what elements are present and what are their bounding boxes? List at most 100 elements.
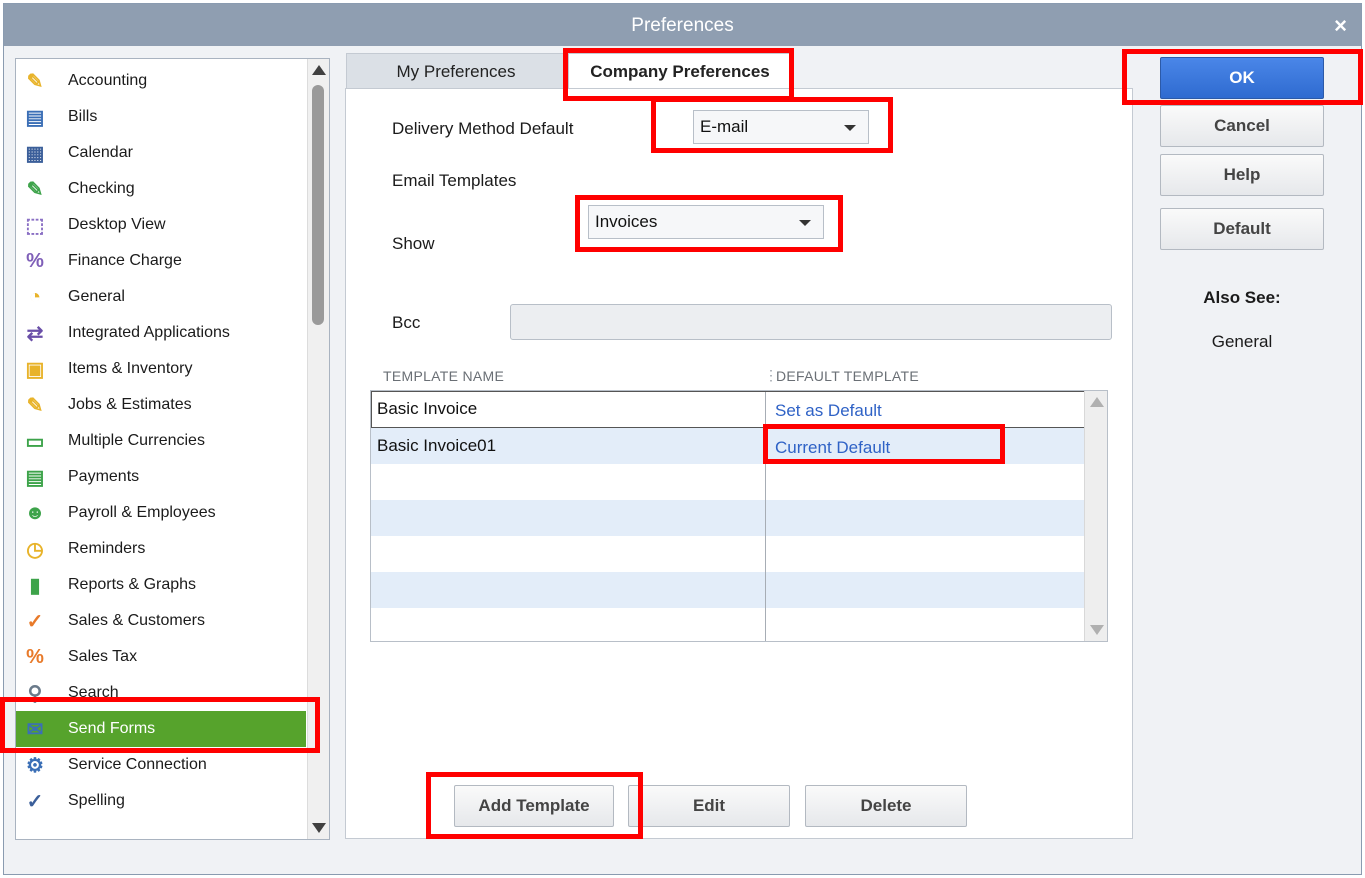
sidebar-item-reports-graphs[interactable]: ▮ Reports & Graphs bbox=[16, 567, 306, 603]
sidebar-item-sales-tax[interactable]: % Sales Tax bbox=[16, 639, 306, 675]
sidebar-item-label: Desktop View bbox=[68, 216, 166, 233]
column-header-template-name: TEMPLATE NAME bbox=[383, 368, 505, 384]
template-name-cell: Basic Invoice01 bbox=[377, 436, 497, 455]
scroll-thumb[interactable] bbox=[312, 85, 324, 325]
sidebar-item-calendar[interactable]: ▦ Calendar bbox=[16, 135, 306, 171]
delete-button[interactable]: Delete bbox=[805, 785, 967, 827]
spelling-icon: ✓ bbox=[26, 790, 44, 813]
finance-charge-icon: % bbox=[26, 249, 44, 272]
integrated-applications-icon: ⇄ bbox=[26, 322, 44, 345]
sidebar-item-search[interactable]: ⚲ Search bbox=[16, 675, 306, 711]
cancel-button[interactable]: Cancel bbox=[1160, 105, 1324, 147]
sales-tax-icon: % bbox=[26, 645, 44, 668]
table-row bbox=[371, 536, 1085, 572]
table-scrollbar[interactable] bbox=[1084, 391, 1107, 641]
reminders-icon: ◷ bbox=[26, 538, 44, 561]
sidebar-item-label: Multiple Currencies bbox=[68, 432, 205, 449]
table-row[interactable]: Basic Invoice Set as Default bbox=[371, 391, 1085, 427]
sidebar-item-label: Sales & Customers bbox=[68, 612, 205, 629]
template-table: Basic Invoice Set as Default Basic Invoi… bbox=[370, 390, 1108, 642]
multiple-currencies-icon: ▭ bbox=[25, 430, 45, 453]
sidebar-item-label: Payroll & Employees bbox=[68, 504, 216, 521]
send-forms-icon: ✉ bbox=[26, 718, 44, 741]
chevron-down-icon bbox=[844, 125, 856, 131]
sidebar-item-bills[interactable]: ▤ Bills bbox=[16, 99, 306, 135]
default-button[interactable]: Default bbox=[1160, 208, 1324, 250]
chevron-down-icon bbox=[799, 220, 811, 226]
tab-company-preferences[interactable]: Company Preferences bbox=[568, 53, 792, 89]
sidebar-item-label: Send Forms bbox=[68, 720, 156, 737]
sidebar-item-label: Sales Tax bbox=[68, 648, 138, 665]
payments-icon: ▤ bbox=[25, 466, 45, 489]
scroll-up-icon[interactable] bbox=[1090, 397, 1104, 407]
sidebar-item-label: Payments bbox=[68, 468, 140, 485]
title-bar: Preferences × bbox=[4, 4, 1361, 46]
payroll-employees-icon: ☻ bbox=[24, 501, 46, 524]
edit-button[interactable]: Edit bbox=[628, 785, 790, 827]
table-row bbox=[371, 500, 1085, 536]
table-row[interactable]: Basic Invoice01 Current Default bbox=[371, 428, 1085, 464]
sidebar-item-label: Search bbox=[68, 684, 119, 701]
desktop-view-icon: ⬚ bbox=[25, 214, 45, 237]
sidebar-item-payroll-employees[interactable]: ☻ Payroll & Employees bbox=[16, 495, 306, 531]
sidebar-item-integrated-applications[interactable]: ⇄ Integrated Applications bbox=[16, 315, 306, 351]
close-icon[interactable]: × bbox=[1334, 13, 1347, 39]
sidebar-item-label: Calendar bbox=[68, 144, 133, 161]
sidebar-item-checking[interactable]: ✎ Checking bbox=[16, 171, 306, 207]
sidebar-item-general[interactable]: ◔ General bbox=[16, 279, 306, 315]
email-templates-label: Email Templates bbox=[392, 171, 517, 190]
add-template-button[interactable]: Add Template bbox=[454, 785, 614, 827]
help-button[interactable]: Help bbox=[1160, 154, 1324, 196]
delivery-method-label: Delivery Method Default bbox=[392, 119, 574, 138]
table-row bbox=[371, 464, 1085, 500]
bills-icon: ▤ bbox=[25, 106, 45, 129]
search-icon: ⚲ bbox=[27, 682, 43, 705]
sidebar-item-jobs-estimates[interactable]: ✎ Jobs & Estimates bbox=[16, 387, 306, 423]
also-see-heading: Also See: bbox=[1203, 288, 1281, 307]
dialog-title: Preferences bbox=[631, 15, 734, 36]
column-divider bbox=[765, 391, 766, 641]
sidebar-item-sales-customers[interactable]: ✓ Sales & Customers bbox=[16, 603, 306, 639]
bcc-label: Bcc bbox=[392, 313, 421, 332]
sidebar-item-label: Items & Inventory bbox=[68, 360, 193, 377]
calendar-icon: ▦ bbox=[25, 142, 45, 165]
also-see-general-link[interactable]: General bbox=[1160, 332, 1324, 352]
accounting-icon: ✎ bbox=[26, 70, 44, 93]
sidebar-item-accounting[interactable]: ✎ Accounting bbox=[16, 63, 306, 99]
template-name-cell: Basic Invoice bbox=[377, 399, 478, 418]
category-scrollbar[interactable] bbox=[307, 59, 329, 839]
show-label: Show bbox=[392, 234, 435, 253]
scroll-down-icon[interactable] bbox=[312, 823, 326, 833]
sidebar-item-service-connection[interactable]: ⚙ Service Connection bbox=[16, 747, 306, 783]
sidebar-item-finance-charge[interactable]: % Finance Charge bbox=[16, 243, 306, 279]
sidebar-item-spelling[interactable]: ✓ Spelling bbox=[16, 783, 306, 819]
delivery-method-dropdown[interactable]: E-mail bbox=[693, 110, 869, 144]
scroll-up-icon[interactable] bbox=[312, 65, 326, 75]
sidebar-item-label: General bbox=[68, 288, 125, 305]
column-header-default-template: DEFAULT TEMPLATE bbox=[776, 368, 920, 384]
current-default-link[interactable]: Current Default bbox=[775, 438, 890, 458]
sidebar-item-label: Reports & Graphs bbox=[68, 576, 197, 593]
show-dropdown[interactable]: Invoices bbox=[588, 205, 824, 239]
set-as-default-link[interactable]: Set as Default bbox=[775, 401, 882, 421]
sidebar-item-reminders[interactable]: ◷ Reminders bbox=[16, 531, 306, 567]
sidebar-item-label: Checking bbox=[68, 180, 135, 197]
sidebar-item-label: Spelling bbox=[68, 792, 125, 809]
show-value: Invoices bbox=[595, 212, 658, 231]
table-row bbox=[371, 572, 1085, 608]
sidebar-item-label: Service Connection bbox=[68, 756, 207, 773]
sidebar-item-label: Finance Charge bbox=[68, 252, 182, 269]
sidebar-item-label: Integrated Applications bbox=[68, 324, 230, 341]
tab-my-preferences[interactable]: My Preferences bbox=[346, 53, 566, 89]
scroll-down-icon[interactable] bbox=[1090, 625, 1104, 635]
sidebar-item-label: Bills bbox=[68, 108, 98, 125]
sidebar-item-send-forms[interactable]: ✉ Send Forms bbox=[16, 711, 306, 747]
column-divider-icon: ⋮ bbox=[764, 367, 778, 383]
ok-button[interactable]: OK bbox=[1160, 57, 1324, 99]
sidebar-item-items-inventory[interactable]: ▣ Items & Inventory bbox=[16, 351, 306, 387]
sidebar-item-payments[interactable]: ▤ Payments bbox=[16, 459, 306, 495]
general-icon: ◔ bbox=[28, 285, 42, 308]
bcc-input[interactable] bbox=[510, 304, 1112, 340]
sidebar-item-desktop-view[interactable]: ⬚ Desktop View bbox=[16, 207, 306, 243]
sidebar-item-multiple-currencies[interactable]: ▭ Multiple Currencies bbox=[16, 423, 306, 459]
